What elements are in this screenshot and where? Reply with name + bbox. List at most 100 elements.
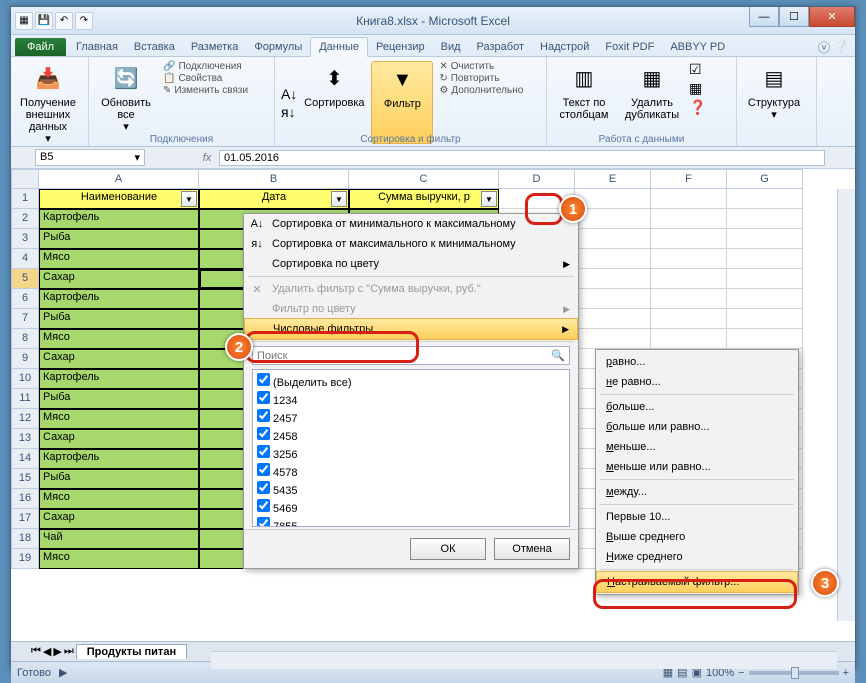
advanced-button[interactable]: ⚙ Дополнительно [439, 85, 523, 96]
filter-search-box[interactable]: 🔍 [252, 346, 570, 365]
filter-arrow-icon[interactable]: ▼ [331, 191, 347, 207]
whatif-icon[interactable]: ❓ [689, 99, 706, 116]
tab-abbyy[interactable]: ABBYY PD [662, 38, 733, 56]
row-header[interactable]: 2 [11, 209, 39, 229]
filter-value-checkbox[interactable]: 5435 [255, 480, 567, 498]
tab-nav-first-icon[interactable]: ⏮ [31, 645, 41, 658]
data-cell[interactable]: Сахар [39, 269, 199, 289]
filter-value-checkbox[interactable]: 1234 [255, 390, 567, 408]
data-cell[interactable]: Картофель [39, 449, 199, 469]
reapply-button[interactable]: ↻ Повторить [439, 73, 523, 84]
text-to-columns-button[interactable]: ▥Текст по столбцам [553, 61, 615, 144]
filter-arrow-icon[interactable]: ▼ [481, 191, 497, 207]
file-tab[interactable]: Файл [15, 38, 66, 56]
filter-arrow-icon[interactable]: ▼ [181, 191, 197, 207]
row-header[interactable]: 18 [11, 529, 39, 549]
submenu-item[interactable]: больше... [596, 397, 798, 417]
filter-search-input[interactable] [257, 349, 551, 362]
tab-nav-last-icon[interactable]: ⏭ [64, 645, 74, 658]
number-filters-item[interactable]: Числовые фильтры▶ [244, 318, 578, 340]
undo-icon[interactable]: ↶ [55, 12, 73, 30]
submenu-item[interactable]: Выше среднего [596, 527, 798, 547]
submenu-item[interactable]: Настраиваемый фильтр... [596, 571, 798, 593]
submenu-item[interactable]: Первые 10... [596, 507, 798, 527]
row-header[interactable]: 7 [11, 309, 39, 329]
tab-nav-prev-icon[interactable]: ◀ [43, 645, 51, 658]
select-all-corner[interactable] [11, 169, 39, 189]
connections-button[interactable]: 🔗 Подключения [163, 61, 248, 72]
get-external-data-button[interactable]: 📥Получение внешних данных ▾ [17, 61, 79, 147]
sort-desc-icon[interactable]: я↓ [281, 104, 297, 120]
filter-value-checkbox[interactable]: 4578 [255, 462, 567, 480]
tab-insert[interactable]: Вставка [126, 38, 183, 56]
remove-duplicates-button[interactable]: ▦Удалить дубликаты [621, 61, 683, 144]
fx-icon[interactable]: fx [195, 152, 219, 164]
col-header-c[interactable]: C [349, 169, 499, 189]
zoom-slider[interactable] [749, 671, 839, 675]
row-header[interactable]: 14 [11, 449, 39, 469]
filter-value-checkbox[interactable]: 7855 [255, 516, 567, 527]
row-header[interactable]: 16 [11, 489, 39, 509]
minimize-button[interactable]: — [749, 7, 779, 27]
sort-ascending-item[interactable]: A↓Сортировка от минимального к максималь… [244, 214, 578, 234]
tab-addins[interactable]: Надстрой [532, 38, 597, 56]
data-cell[interactable]: Сахар [39, 509, 199, 529]
data-cell[interactable]: Рыба [39, 389, 199, 409]
sort-asc-icon[interactable]: A↓ [281, 86, 297, 102]
filter-value-checkbox[interactable]: 2458 [255, 426, 567, 444]
sort-descending-item[interactable]: я↓Сортировка от максимального к минималь… [244, 234, 578, 254]
row-header[interactable]: 19 [11, 549, 39, 569]
submenu-item[interactable]: больше или равно... [596, 417, 798, 437]
row-header[interactable]: 9 [11, 349, 39, 369]
horizontal-scrollbar[interactable] [211, 651, 837, 669]
data-cell[interactable]: Картофель [39, 369, 199, 389]
row-header[interactable]: 5 [11, 269, 39, 289]
close-button[interactable]: ✕ [809, 7, 855, 27]
header-cell-name[interactable]: Наименование▼ [39, 189, 199, 209]
zoom-in-icon[interactable]: + [843, 667, 849, 679]
row-header[interactable]: 1 [11, 189, 39, 209]
row-header[interactable]: 4 [11, 249, 39, 269]
data-cell[interactable]: Сахар [39, 349, 199, 369]
data-cell[interactable]: Мясо [39, 549, 199, 569]
data-cell[interactable]: Мясо [39, 409, 199, 429]
col-header-f[interactable]: F [651, 169, 727, 189]
macro-icon[interactable]: ▶ [59, 666, 67, 679]
row-header[interactable]: 10 [11, 369, 39, 389]
formula-bar[interactable]: 01.05.2016 [219, 150, 825, 166]
row-header[interactable]: 3 [11, 229, 39, 249]
filter-value-checkbox[interactable]: 5469 [255, 498, 567, 516]
help-icon[interactable]: ❔ [834, 39, 849, 56]
col-header-d[interactable]: D [499, 169, 575, 189]
data-cell[interactable]: Рыба [39, 229, 199, 249]
edit-links-button[interactable]: ✎ Изменить связи [163, 85, 248, 96]
minimize-ribbon-icon[interactable]: ⓥ [818, 39, 830, 56]
submenu-item[interactable]: Ниже среднего [596, 547, 798, 567]
col-header-e[interactable]: E [575, 169, 651, 189]
ok-button[interactable]: ОК [410, 538, 486, 560]
data-cell[interactable]: Мясо [39, 329, 199, 349]
submenu-item[interactable]: не равно... [596, 372, 798, 392]
filter-value-checkbox[interactable]: 3256 [255, 444, 567, 462]
data-cell[interactable]: Рыба [39, 309, 199, 329]
row-header[interactable]: 13 [11, 429, 39, 449]
maximize-button[interactable]: ☐ [779, 7, 809, 27]
tab-data[interactable]: Данные [310, 37, 368, 57]
save-icon[interactable]: 💾 [35, 12, 53, 30]
data-cell[interactable]: Картофель [39, 289, 199, 309]
sheet-tab[interactable]: Продукты питан [76, 644, 187, 659]
data-cell[interactable]: Мясо [39, 249, 199, 269]
filter-value-checkbox[interactable]: 2457 [255, 408, 567, 426]
select-all-checkbox[interactable]: (Выделить все) [255, 372, 567, 390]
data-cell[interactable]: Мясо [39, 489, 199, 509]
excel-icon[interactable]: ▦ [15, 12, 33, 30]
submenu-item[interactable]: равно... [596, 352, 798, 372]
consolidate-icon[interactable]: ▦ [689, 80, 706, 97]
sort-by-color-item[interactable]: Сортировка по цвету▶ [244, 254, 578, 274]
row-header[interactable]: 6 [11, 289, 39, 309]
header-cell-date[interactable]: Дата▼ [199, 189, 349, 209]
data-cell[interactable]: Рыба [39, 469, 199, 489]
data-cell[interactable]: Картофель [39, 209, 199, 229]
data-cell[interactable]: Сахар [39, 429, 199, 449]
tab-formulas[interactable]: Формулы [246, 38, 310, 56]
